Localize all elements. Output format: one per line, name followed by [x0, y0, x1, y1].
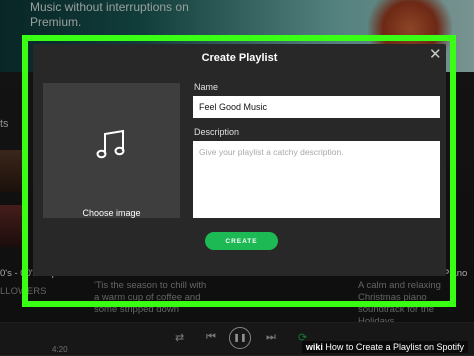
choose-image-label: Choose image	[82, 208, 141, 218]
playlist-name-input[interactable]	[193, 96, 440, 118]
create-playlist-dialog: Create Playlist ✕ Choose image Name Desc…	[33, 44, 446, 276]
music-note-icon	[96, 129, 125, 159]
watermark-brand: wiki	[305, 342, 323, 352]
dialog-title: Create Playlist	[201, 52, 278, 64]
close-icon[interactable]: ✕	[429, 47, 442, 62]
create-button[interactable]: CREATE	[205, 232, 278, 250]
name-label: Name	[194, 82, 219, 92]
choose-image-button[interactable]: Choose image	[43, 83, 180, 218]
description-label: Description	[194, 127, 240, 137]
watermark-text: How to Create a Playlist on Spotify	[325, 342, 464, 352]
watermark: wiki How to Create a Playlist on Spotify	[301, 341, 468, 353]
playlist-description-input[interactable]	[193, 141, 440, 218]
